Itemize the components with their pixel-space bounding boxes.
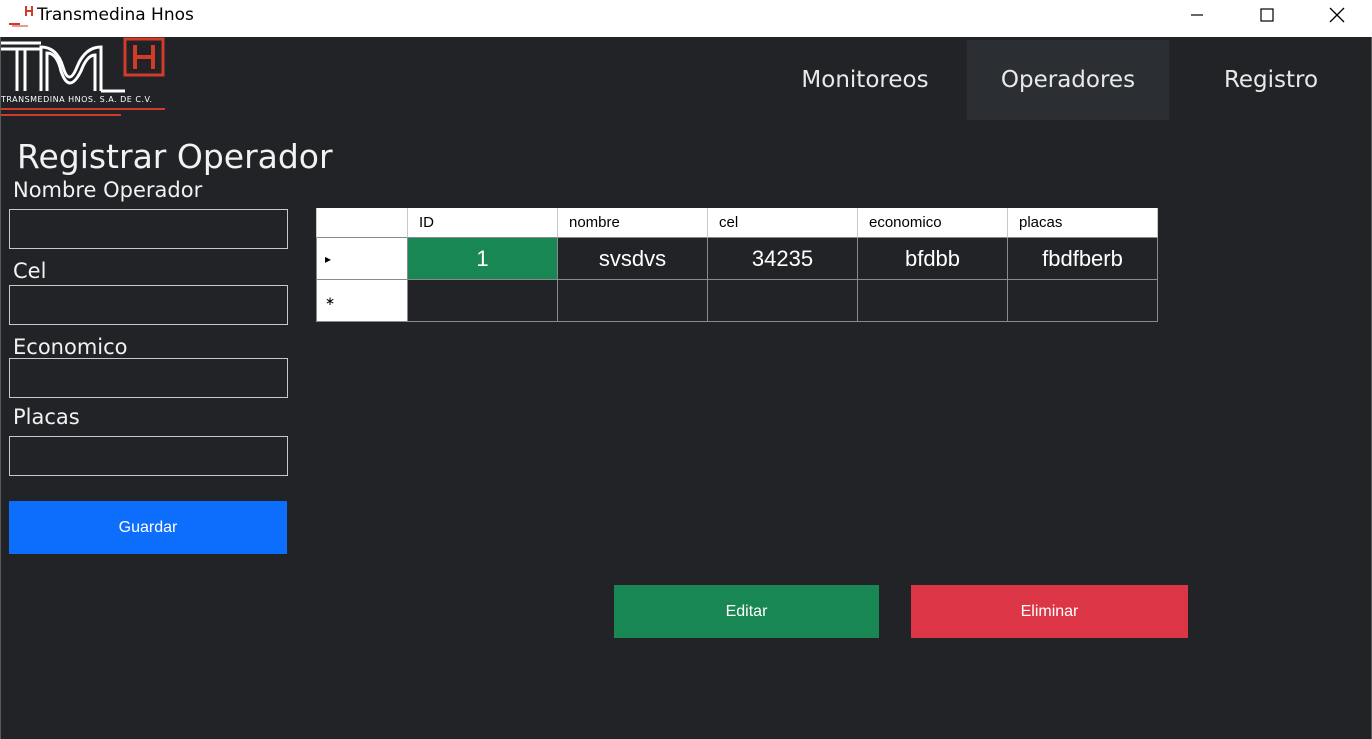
new-cell-economico[interactable] [858, 280, 1008, 322]
minimize-icon[interactable] [1162, 0, 1232, 30]
table-cell-nombre[interactable]: svsdvs [558, 238, 708, 280]
column-header-placas[interactable]: placas [1008, 208, 1158, 238]
field-label-economico: Economico [13, 335, 128, 359]
guardar-button[interactable]: Guardar [9, 501, 287, 554]
new-cell-placas[interactable] [1008, 280, 1158, 322]
column-header-economico[interactable]: economico [858, 208, 1008, 238]
table-row[interactable]: ▸ 1 svsdvs 34235 bfdbb fbdfberb [316, 238, 1158, 280]
nombre-operador-input[interactable] [9, 209, 288, 249]
new-cell-cel[interactable] [708, 280, 858, 322]
table-header: ID nombre cel economico placas [316, 208, 1158, 238]
title-bar: Transmedina Hnos [0, 0, 1372, 37]
economico-input[interactable] [9, 358, 288, 398]
column-header-id[interactable]: ID [408, 208, 558, 238]
new-cell-id[interactable] [408, 280, 558, 322]
table-cell-placas[interactable]: fbdfberb [1008, 238, 1158, 280]
column-header-cel[interactable]: cel [708, 208, 858, 238]
editar-button[interactable]: Editar [614, 585, 879, 638]
nav-operadores[interactable]: Operadores [967, 40, 1169, 120]
close-icon[interactable] [1302, 0, 1372, 30]
table-cell-cel[interactable]: 34235 [708, 238, 858, 280]
main-window: TRANSMEDINA HNOS. S.A. DE C.V. Monitoreo… [0, 37, 1372, 739]
nav-monitoreos[interactable]: Monitoreos [764, 40, 966, 120]
row-header-corner [316, 208, 408, 238]
logo-caption: TRANSMEDINA HNOS. S.A. DE C.V. [1, 95, 153, 104]
table-cell-economico[interactable]: bfdbb [858, 238, 1008, 280]
new-cell-nombre[interactable] [558, 280, 708, 322]
app-icon [8, 4, 34, 28]
page-title: Registrar Operador [17, 137, 333, 176]
field-label-cel: Cel [13, 259, 47, 283]
table-cell-id[interactable]: 1 [408, 238, 558, 280]
column-header-nombre[interactable]: nombre [558, 208, 708, 238]
company-logo: TRANSMEDINA HNOS. S.A. DE C.V. [1, 37, 171, 119]
new-row-asterisk-icon[interactable]: ∗ [316, 280, 408, 322]
window-title: Transmedina Hnos [37, 5, 194, 25]
placas-input[interactable] [9, 436, 288, 476]
current-row-arrow-icon[interactable]: ▸ [316, 238, 408, 280]
field-label-placas: Placas [13, 405, 80, 429]
nav-registro[interactable]: Registro [1170, 40, 1372, 120]
eliminar-button[interactable]: Eliminar [911, 585, 1188, 638]
maximize-icon[interactable] [1232, 0, 1302, 30]
operators-table[interactable]: ID nombre cel economico placas ▸ 1 svsdv… [316, 208, 1158, 322]
cel-input[interactable] [9, 285, 288, 325]
field-label-nombre: Nombre Operador [13, 178, 203, 202]
table-new-row[interactable]: ∗ [316, 280, 1158, 322]
